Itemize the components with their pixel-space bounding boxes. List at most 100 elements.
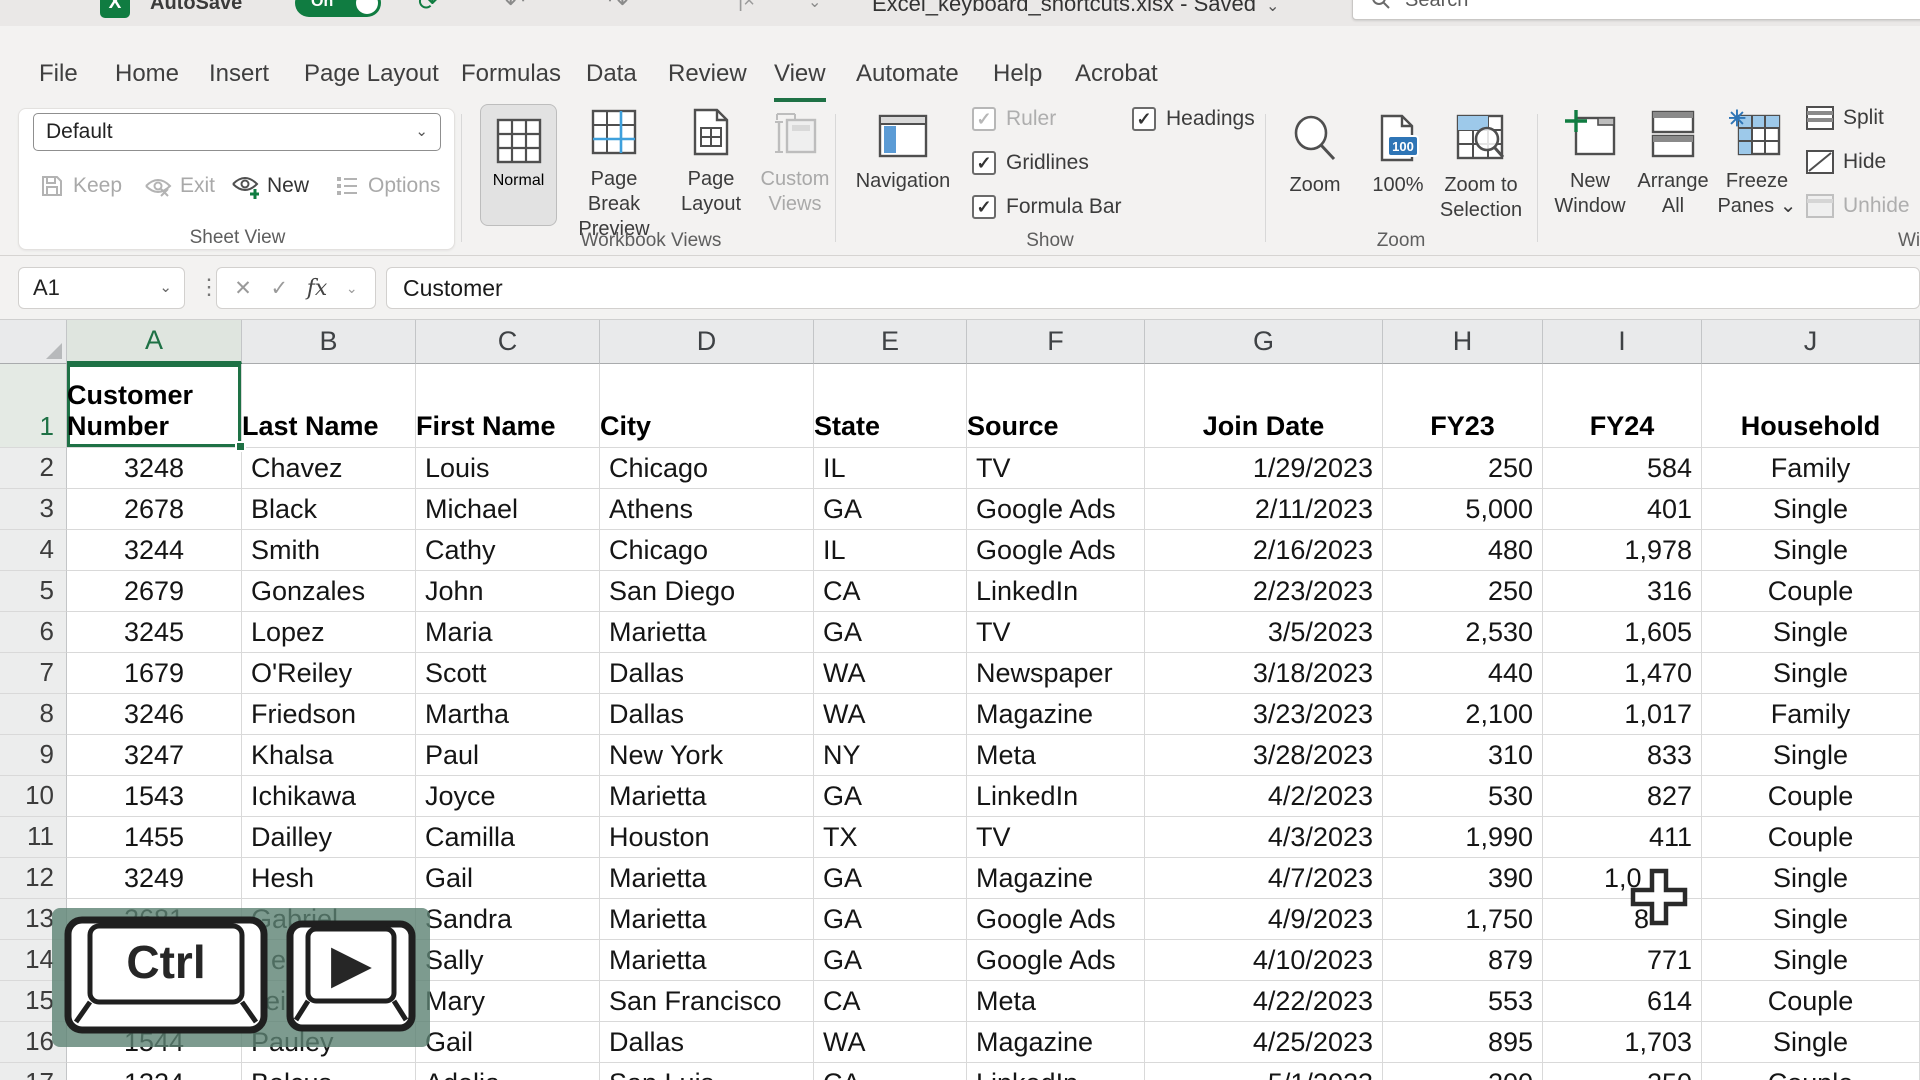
cell-J8[interactable]: Family xyxy=(1702,694,1920,735)
cell-G5[interactable]: 2/23/2023 xyxy=(1145,571,1383,612)
cancel-icon[interactable]: ✕ xyxy=(234,276,252,301)
cell-E2[interactable]: IL xyxy=(814,448,967,489)
cell-D1[interactable]: City xyxy=(600,364,814,448)
cell-A7[interactable]: 1679 xyxy=(67,653,242,694)
tab-insert[interactable]: Insert xyxy=(209,60,269,98)
cell-D6[interactable]: Marietta xyxy=(600,612,814,653)
column-header-C[interactable]: C xyxy=(416,320,600,364)
cell-E11[interactable]: TX xyxy=(814,817,967,858)
cell-G4[interactable]: 2/16/2023 xyxy=(1145,530,1383,571)
cell-J4[interactable]: Single xyxy=(1702,530,1920,571)
cell-H3[interactable]: 5,000 xyxy=(1383,489,1543,530)
cell-B11[interactable]: Dailley xyxy=(242,817,416,858)
cell-J11[interactable]: Couple xyxy=(1702,817,1920,858)
autosave-toggle[interactable]: On xyxy=(295,0,381,17)
cell-J6[interactable]: Single xyxy=(1702,612,1920,653)
cell-B6[interactable]: Lopez xyxy=(242,612,416,653)
cell-I10[interactable]: 827 xyxy=(1543,776,1702,817)
cell-C13[interactable]: Sandra xyxy=(416,899,600,940)
hide-button[interactable]: Hide xyxy=(1805,148,1886,176)
name-box[interactable]: A1 ⌄ xyxy=(18,267,185,309)
cell-C9[interactable]: Paul xyxy=(416,735,600,776)
chevron-down-icon[interactable]: ⌄ xyxy=(346,280,358,297)
cell-E17[interactable]: CA xyxy=(814,1063,967,1080)
cell-G10[interactable]: 4/2/2023 xyxy=(1145,776,1383,817)
cell-C5[interactable]: John xyxy=(416,571,600,612)
tab-file[interactable]: File xyxy=(39,60,78,98)
cell-F14[interactable]: Google Ads xyxy=(967,940,1145,981)
cell-H9[interactable]: 310 xyxy=(1383,735,1543,776)
cell-D2[interactable]: Chicago xyxy=(600,448,814,489)
cell-I5[interactable]: 316 xyxy=(1543,571,1702,612)
cell-H15[interactable]: 553 xyxy=(1383,981,1543,1022)
cell-F11[interactable]: TV xyxy=(967,817,1145,858)
normal-view-button[interactable]: Normal xyxy=(480,104,557,226)
cell-F7[interactable]: Newspaper xyxy=(967,653,1145,694)
cell-D10[interactable]: Marietta xyxy=(600,776,814,817)
cell-C4[interactable]: Cathy xyxy=(416,530,600,571)
row-header-2[interactable]: 2 xyxy=(0,448,67,489)
tab-home[interactable]: Home xyxy=(115,60,179,98)
cell-H2[interactable]: 250 xyxy=(1383,448,1543,489)
cell-A6[interactable]: 3245 xyxy=(67,612,242,653)
tab-acrobat[interactable]: Acrobat xyxy=(1075,60,1158,98)
cell-I9[interactable]: 833 xyxy=(1543,735,1702,776)
cell-G6[interactable]: 3/5/2023 xyxy=(1145,612,1383,653)
cell-H16[interactable]: 895 xyxy=(1383,1022,1543,1063)
cell-J17[interactable]: Couple xyxy=(1702,1063,1920,1080)
cell-H1[interactable]: FY23 xyxy=(1383,364,1543,448)
cell-D9[interactable]: New York xyxy=(600,735,814,776)
cell-C1[interactable]: First Name xyxy=(416,364,600,448)
cell-D13[interactable]: Marietta xyxy=(600,899,814,940)
cell-A4[interactable]: 3244 xyxy=(67,530,242,571)
cell-C16[interactable]: Gail xyxy=(416,1022,600,1063)
page-break-preview-button[interactable]: Page Break Preview xyxy=(563,106,665,242)
cell-J14[interactable]: Single xyxy=(1702,940,1920,981)
cell-E12[interactable]: GA xyxy=(814,858,967,899)
row-header-12[interactable]: 12 xyxy=(0,858,67,899)
cell-G2[interactable]: 1/29/2023 xyxy=(1145,448,1383,489)
cell-D11[interactable]: Houston xyxy=(600,817,814,858)
cell-B12[interactable]: Hesh xyxy=(242,858,416,899)
cell-I6[interactable]: 1,605 xyxy=(1543,612,1702,653)
row-header-7[interactable]: 7 xyxy=(0,653,67,694)
cell-I17[interactable]: 250 xyxy=(1543,1063,1702,1080)
column-header-I[interactable]: I xyxy=(1543,320,1702,364)
row-header-4[interactable]: 4 xyxy=(0,530,67,571)
cell-J5[interactable]: Couple xyxy=(1702,571,1920,612)
cell-J15[interactable]: Couple xyxy=(1702,981,1920,1022)
cell-A3[interactable]: 2678 xyxy=(67,489,242,530)
cell-A2[interactable]: 3248 xyxy=(67,448,242,489)
cell-C7[interactable]: Scott xyxy=(416,653,600,694)
cell-D7[interactable]: Dallas xyxy=(600,653,814,694)
cell-C12[interactable]: Gail xyxy=(416,858,600,899)
freeze-panes-button[interactable]: ✳ Freeze Panes ⌄ xyxy=(1713,108,1801,219)
page-layout-button[interactable]: Page Layout xyxy=(669,106,753,217)
fill-handle[interactable] xyxy=(235,441,246,452)
column-header-A[interactable]: A xyxy=(67,320,242,364)
cell-E9[interactable]: NY xyxy=(814,735,967,776)
cell-D3[interactable]: Athens xyxy=(600,489,814,530)
cell-D17[interactable]: San Luis xyxy=(600,1063,814,1080)
cell-I8[interactable]: 1,017 xyxy=(1543,694,1702,735)
cell-G7[interactable]: 3/18/2023 xyxy=(1145,653,1383,694)
cell-B1[interactable]: Last Name xyxy=(242,364,416,448)
cell-C11[interactable]: Camilla xyxy=(416,817,600,858)
cell-C15[interactable]: Mary xyxy=(416,981,600,1022)
zoom-to-selection-button[interactable]: Zoom to Selection xyxy=(1433,112,1529,223)
checkbox-formula-bar[interactable]: ✓ Formula Bar xyxy=(972,194,1122,220)
title-caret-icon[interactable]: ⌄ xyxy=(1266,0,1279,15)
cell-B3[interactable]: Black xyxy=(242,489,416,530)
redo-icon[interactable]: ↷ xyxy=(608,0,628,17)
tab-automate[interactable]: Automate xyxy=(856,60,959,98)
row-header-11[interactable]: 11 xyxy=(0,817,67,858)
cell-H12[interactable]: 390 xyxy=(1383,858,1543,899)
row-header-1[interactable]: 1 xyxy=(0,364,67,448)
cell-A8[interactable]: 3246 xyxy=(67,694,242,735)
column-header-D[interactable]: D xyxy=(600,320,814,364)
cell-J16[interactable]: Single xyxy=(1702,1022,1920,1063)
zoom-button[interactable]: Zoom xyxy=(1275,112,1355,198)
new-window-button[interactable]: New Window xyxy=(1545,108,1635,219)
cell-C17[interactable]: Adelia xyxy=(416,1063,600,1080)
cell-B9[interactable]: Khalsa xyxy=(242,735,416,776)
